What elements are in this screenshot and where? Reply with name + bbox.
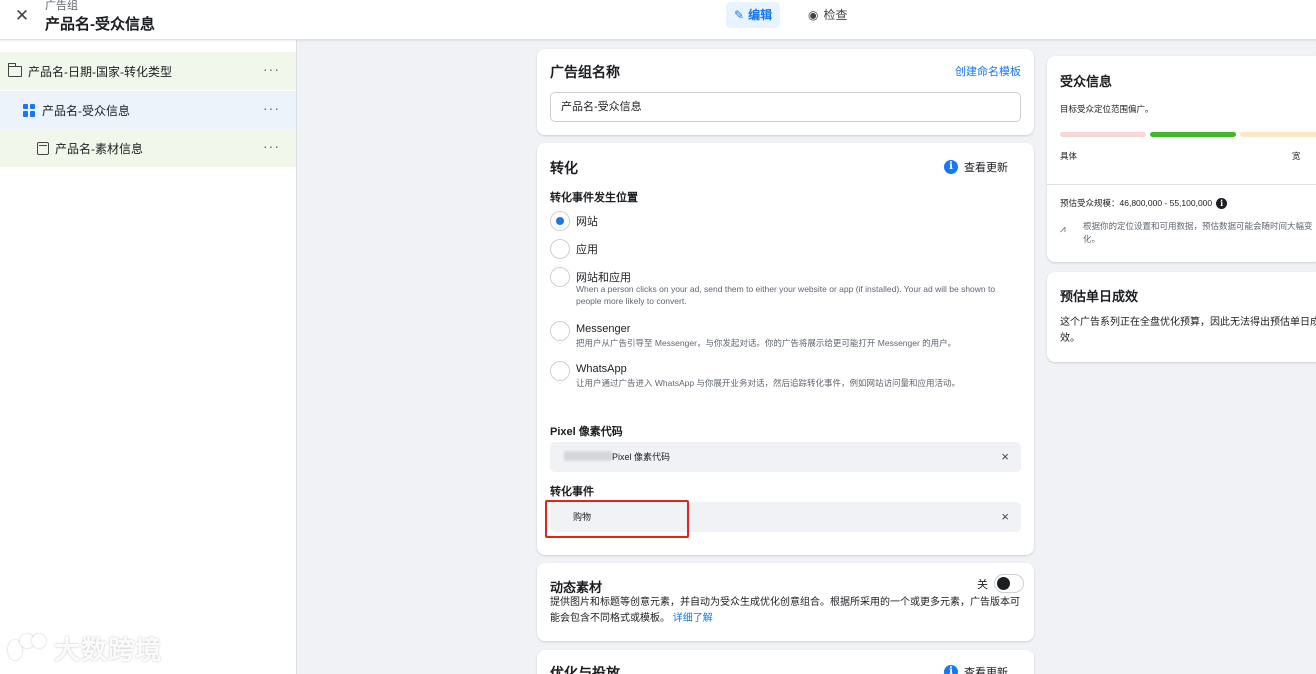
meter-ideal-segment: [1150, 132, 1236, 137]
close-icon[interactable]: ✕: [12, 6, 32, 26]
sidebar-item-label: 产品名-受众信息: [42, 103, 130, 118]
radio-button[interactable]: [550, 321, 570, 341]
conversion-card: 转化 i 查看更新 转化事件发生位置 网站 应用 网站和应用 When a pe…: [537, 143, 1034, 555]
adset-name-input[interactable]: 产品名-受众信息: [550, 92, 1021, 122]
see-updates-label: 查看更新: [964, 162, 1008, 174]
grid-icon: [23, 103, 36, 117]
see-updates-button[interactable]: i 查看更新: [944, 664, 1008, 674]
radio-button[interactable]: [550, 239, 570, 259]
meter-specific-label: 具体: [1060, 151, 1078, 161]
info-icon: i: [944, 665, 958, 674]
review-mode-label: 检查: [823, 8, 848, 22]
conversion-event-select[interactable]: 购物 ×: [550, 502, 1021, 532]
breadcrumb-label: 广告组: [45, 0, 78, 12]
watermark: 大数跨境: [8, 630, 162, 667]
dynamic-creative-description: 提供图片和标题等创意元素，并自动为受众生成优化创意组合。根据所采用的一个或更多元…: [550, 595, 1024, 627]
sidebar-item-label: 产品名-日期-国家-转化类型: [28, 64, 172, 79]
radio-button[interactable]: [550, 211, 570, 231]
pixel-select[interactable]: Pixel 像素代码 ×: [550, 442, 1021, 472]
more-options-icon[interactable]: ···: [263, 101, 280, 115]
adset-name-title: 广告组名称: [550, 64, 620, 80]
watermark-logo-icon: [8, 633, 50, 664]
audience-meter: [1060, 132, 1316, 137]
sidebar-item-campaign[interactable]: 产品名-日期-国家-转化类型 ···: [0, 52, 296, 90]
pencil-icon: ✎: [734, 8, 745, 22]
radio-option-messenger[interactable]: Messenger 把用户从广告引导至 Messenger，与你发起对话。你的广…: [550, 321, 1020, 357]
radio-option-website-and-app[interactable]: 网站和应用 When a person clicks on your ad, s…: [550, 267, 1020, 315]
sidebar-item-adset[interactable]: 产品名-受众信息 ···: [0, 91, 296, 129]
conversion-title: 转化: [550, 160, 578, 176]
eye-icon: ◉: [808, 8, 819, 22]
pixel-label: Pixel 像素代码: [550, 426, 623, 438]
info-icon: i: [944, 160, 958, 174]
sidebar-tree: 产品名-日期-国家-转化类型 ··· 产品名-受众信息 ··· 产品名-素材信息…: [0, 40, 297, 674]
edit-mode-label: 编辑: [748, 8, 773, 22]
radio-option-app[interactable]: 应用: [550, 239, 1020, 261]
radio-label: 网站: [576, 216, 598, 228]
top-bar: ✕ 广告组 产品名-受众信息 ✎ 编辑 ◉ 检查: [0, 0, 1316, 40]
pixel-id-redacted: [564, 451, 612, 461]
divider: [1047, 184, 1316, 185]
radio-button[interactable]: [550, 361, 570, 381]
conversion-location-label: 转化事件发生位置: [550, 192, 638, 204]
description-text: 提供图片和标题等创意元素，并自动为受众生成优化创意组合。根据所采用的一个或更多元…: [550, 597, 1020, 624]
conversion-event-label: 转化事件: [550, 486, 594, 498]
daily-results-description: 这个广告系列正在全盘优化预算，因此无法得出预估单日成效。: [1060, 317, 1316, 344]
audience-size-text: 预估受众规模：46,800,000 - 55,100,000: [1060, 198, 1213, 208]
dynamic-creative-title: 动态素材: [550, 580, 603, 595]
conversion-event-value: 购物: [573, 512, 592, 522]
optimization-card: 优化与投放 i 查看更新: [537, 650, 1034, 674]
info-icon[interactable]: i: [1216, 197, 1228, 209]
watermark-text: 大数跨境: [54, 635, 163, 665]
pixel-value: Pixel 像素代码: [612, 452, 671, 462]
audience-title: 受众信息: [1060, 74, 1113, 89]
radio-description: 让用户通过广告进入 WhatsApp 与你展开业务对话，然后追踪转化事件，例如网…: [576, 378, 960, 388]
radio-button[interactable]: [550, 267, 570, 287]
learn-more-link[interactable]: 详细了解: [673, 613, 713, 624]
audience-definition-card: 受众信息 目标受众定位范围偏广。 具体 宽 预估受众规模：46,800,000 …: [1047, 56, 1316, 262]
radio-description: 把用户从广告引导至 Messenger，与你发起对话。你的广告将展示给更可能打开…: [576, 338, 957, 348]
radio-description: When a person clicks on your ad, send th…: [576, 284, 996, 306]
adset-name-card: 广告组名称 创建命名模板 产品名-受众信息: [537, 49, 1034, 135]
audience-size: 预估受众规模：46,800,000 - 55,100,000 i: [1060, 197, 1228, 209]
meter-broad-segment: [1240, 132, 1316, 137]
meter-narrow-segment: [1060, 132, 1146, 137]
optimization-title: 优化与投放: [550, 665, 620, 674]
radio-label: 应用: [576, 244, 598, 256]
document-icon: [37, 141, 49, 155]
sidebar-item-label: 产品名-素材信息: [55, 141, 143, 156]
audience-note: 根据你的定位设置和可用数据，预估数据可能会随时间大幅变化。: [1083, 221, 1313, 244]
radio-label: WhatsApp: [576, 363, 627, 375]
meter-broad-label: 宽: [1292, 151, 1301, 161]
daily-results-title: 预估单日成效: [1060, 289, 1139, 304]
more-options-icon[interactable]: ···: [263, 139, 280, 153]
radio-option-whatsapp[interactable]: WhatsApp 让用户通过广告进入 WhatsApp 与你展开业务对话，然后追…: [550, 361, 1020, 409]
see-updates-label: 查看更新: [964, 667, 1008, 674]
radio-label: Messenger: [576, 323, 631, 335]
page-title: 产品名-受众信息: [45, 16, 155, 33]
radio-option-website[interactable]: 网站: [550, 211, 1020, 233]
clear-icon[interactable]: ×: [1001, 502, 1009, 532]
review-mode-button[interactable]: ◉ 检查: [804, 2, 852, 28]
toggle-state-label: 关: [977, 579, 988, 591]
edit-mode-button[interactable]: ✎ 编辑: [726, 2, 781, 28]
trend-icon: ⩘: [1060, 224, 1066, 235]
sidebar-item-ad[interactable]: 产品名-素材信息 ···: [0, 129, 296, 167]
create-naming-template-link[interactable]: 创建命名模板: [955, 63, 1021, 79]
see-updates-button[interactable]: i 查看更新: [944, 159, 1008, 175]
dynamic-creative-card: 动态素材 关 提供图片和标题等创意元素，并自动为受众生成优化创意组合。根据所采用…: [537, 563, 1034, 641]
estimated-daily-results-card: 预估单日成效 这个广告系列正在全盘优化预算，因此无法得出预估单日成效。: [1047, 272, 1316, 362]
more-options-icon[interactable]: ···: [263, 62, 280, 76]
audience-subtitle: 目标受众定位范围偏广。: [1060, 104, 1154, 114]
dynamic-creative-toggle[interactable]: [994, 574, 1024, 593]
clear-icon[interactable]: ×: [1001, 442, 1009, 472]
folder-icon: [7, 62, 22, 77]
